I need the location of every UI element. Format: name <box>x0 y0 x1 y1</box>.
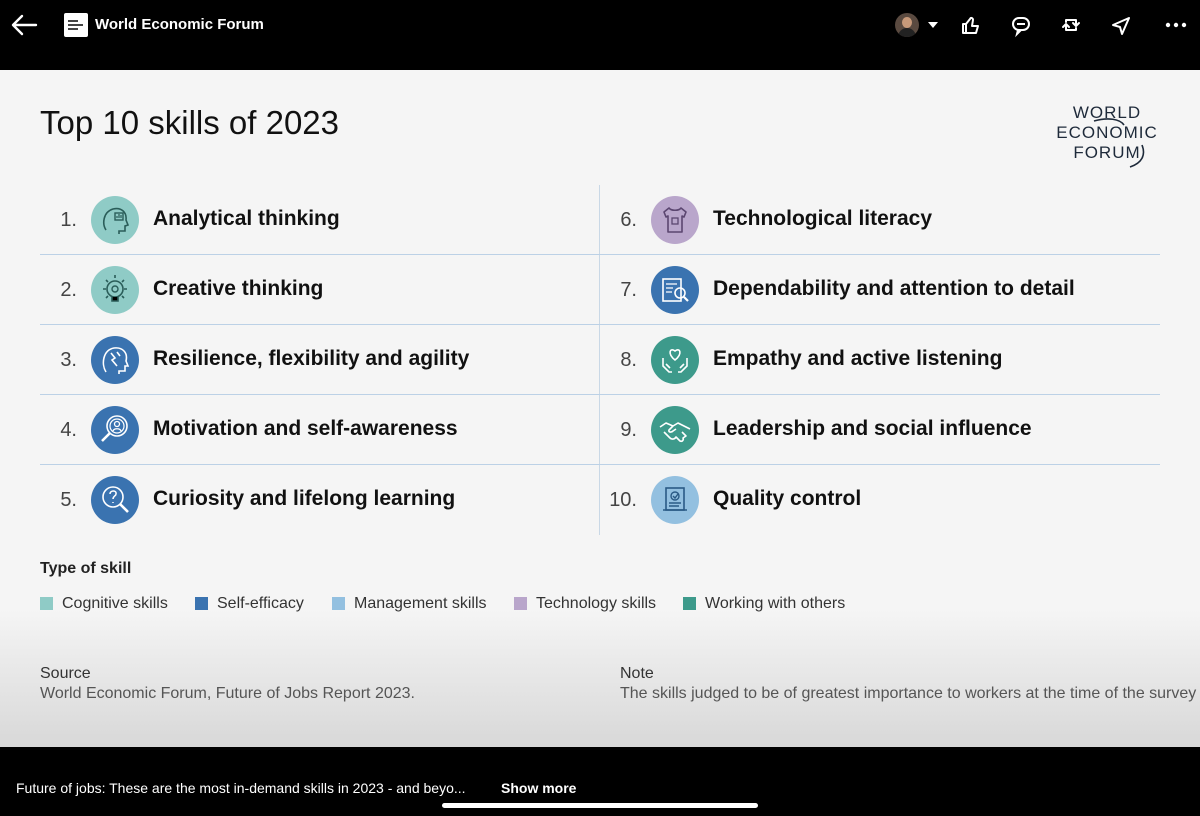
legend-swatch <box>683 597 696 610</box>
legend-title: Type of skill <box>40 560 132 577</box>
skill-item: 1. Analytical thinking <box>40 185 600 255</box>
source-heading: Source <box>40 665 91 682</box>
skill-item: 4. Motivation and self-awareness <box>40 395 600 465</box>
skill-label: Quality control <box>713 487 862 510</box>
head-storm-icon <box>91 336 139 384</box>
legend-label: Technology skills <box>536 595 657 612</box>
skill-label: Analytical thinking <box>153 207 340 230</box>
note-heading: Note <box>620 665 654 682</box>
comment-icon[interactable] <box>1008 12 1034 38</box>
magnifier-question-icon <box>91 476 139 524</box>
skill-item: 10. Quality control <box>600 465 1160 535</box>
skill-label: Creative thinking <box>153 277 324 300</box>
source-text: World Economic Forum, Future of Jobs Rep… <box>40 685 415 702</box>
legend-label: Cognitive skills <box>62 595 168 612</box>
magnifier-person-icon <box>91 406 139 454</box>
skill-label: Curiosity and lifelong learning <box>153 487 456 510</box>
repost-icon[interactable] <box>1058 12 1084 38</box>
skill-item: 6. Technological literacy <box>600 185 1160 255</box>
legend-swatch <box>195 597 208 610</box>
wef-logo-thumbnail[interactable] <box>64 13 88 37</box>
chevron-down-icon[interactable] <box>928 22 938 28</box>
skill-item: 5. Curiosity and lifelong learning <box>40 465 600 535</box>
skill-rank: 10. <box>609 489 637 511</box>
brain-chart-icon <box>91 196 139 244</box>
logo-arc-icon <box>1093 118 1145 168</box>
show-more-button[interactable]: Show more <box>501 780 576 796</box>
app-title[interactable]: World Economic Forum <box>95 16 264 33</box>
note-text: The skills judged to be of greatest impo… <box>620 685 1197 702</box>
skill-item: 3. Resilience, flexibility and agility <box>40 325 600 395</box>
handshake-icon <box>651 406 699 454</box>
hands-heart-icon <box>651 336 699 384</box>
skill-item: 8. Empathy and active listening <box>600 325 1160 395</box>
home-indicator[interactable] <box>442 803 758 808</box>
skill-label: Motivation and self-awareness <box>153 417 458 440</box>
shirt-chip-icon <box>651 196 699 244</box>
skill-rank: 1. <box>60 209 77 231</box>
skill-rank: 5. <box>60 489 77 511</box>
legend-label: Working with others <box>705 595 846 612</box>
skill-rank: 9. <box>620 419 637 441</box>
infographic-image[interactable]: Top 10 skills of 2023 WORLD ECONOMIC FOR… <box>0 70 1200 747</box>
legend-swatch <box>514 597 527 610</box>
legend-label: Management skills <box>354 595 487 612</box>
back-arrow-icon[interactable] <box>10 12 38 38</box>
avatar[interactable] <box>895 13 919 37</box>
skill-label: Dependability and attention to detail <box>713 277 1075 300</box>
legend-swatch <box>332 597 345 610</box>
like-icon[interactable] <box>957 12 983 38</box>
more-options-icon[interactable] <box>1163 12 1189 38</box>
skill-rank: 8. <box>620 349 637 371</box>
skill-item: 2. Creative thinking <box>40 255 600 325</box>
skill-rank: 6. <box>620 209 637 231</box>
skill-rank: 2. <box>60 279 77 301</box>
post-caption[interactable]: Future of jobs: These are the most in-de… <box>16 780 466 796</box>
skill-item: 7. Dependability and attention to detail <box>600 255 1160 325</box>
skill-label: Technological literacy <box>713 207 933 230</box>
legend-label: Self-efficacy <box>217 595 304 612</box>
skill-item: 9. Leadership and social influence <box>600 395 1160 465</box>
skill-label: Resilience, flexibility and agility <box>153 347 470 370</box>
lightbulb-gear-icon <box>91 266 139 314</box>
page-title: Top 10 skills of 2023 <box>40 104 340 141</box>
skill-rank: 4. <box>60 419 77 441</box>
send-icon[interactable] <box>1108 12 1134 38</box>
top-bar: World Economic Forum <box>0 0 1200 70</box>
skill-label: Empathy and active listening <box>713 347 1003 370</box>
skill-rank: 3. <box>60 349 77 371</box>
document-magnifier-icon <box>651 266 699 314</box>
skill-label: Leadership and social influence <box>713 417 1032 440</box>
certificate-icon <box>651 476 699 524</box>
skill-rank: 7. <box>620 279 637 301</box>
wef-logo: WORLD ECONOMIC FORUM <box>1052 103 1162 168</box>
legend-swatch <box>40 597 53 610</box>
